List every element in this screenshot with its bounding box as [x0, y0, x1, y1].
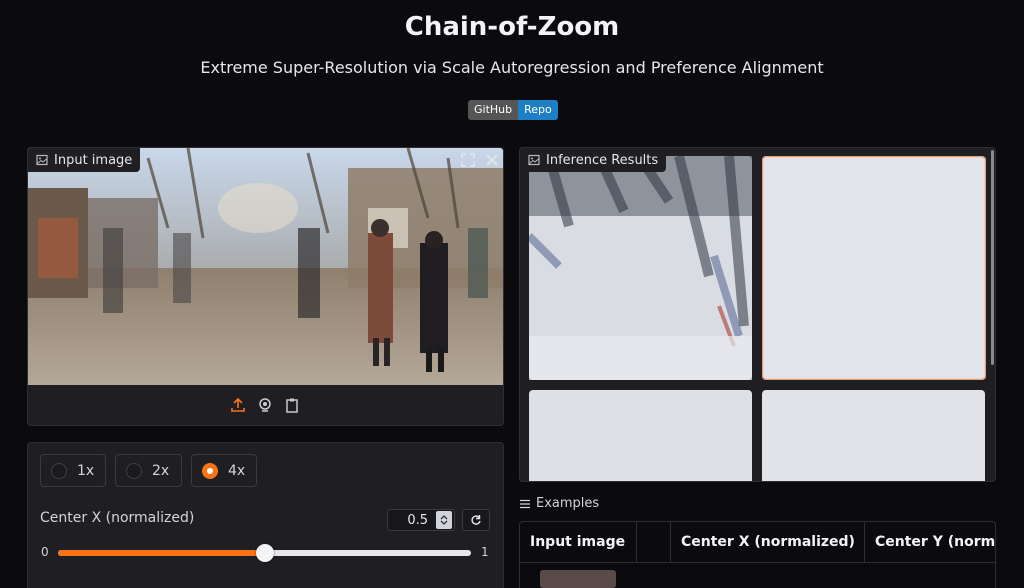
zoom-option-1x[interactable]: 1x — [40, 454, 106, 487]
inference-results-label-text: Inference Results — [546, 152, 659, 168]
inference-results-panel: Inference Results — [519, 147, 996, 482]
center-x-number-input[interactable]: 0.5 — [387, 509, 455, 531]
list-icon — [520, 499, 530, 508]
header-divider — [520, 562, 995, 563]
column-header-center-x[interactable]: Center X (normalized) — [671, 522, 865, 562]
zoom-option-label: 4x — [228, 462, 246, 479]
input-image-panel: Input image — [27, 147, 504, 426]
close-icon — [486, 154, 498, 166]
input-image-label: Input image — [28, 148, 141, 172]
close-button[interactable] — [484, 152, 500, 168]
fullscreen-icon — [461, 153, 475, 167]
input-image-preview[interactable] — [28, 148, 503, 385]
controls-panel: 1x 2x 4x Center X (normalized) 0.5 0 1 — [27, 442, 504, 588]
column-header-center-y[interactable]: Center Y (norm — [865, 522, 995, 562]
column-header-empty[interactable] — [637, 522, 671, 562]
zoom-option-label: 2x — [152, 462, 170, 479]
input-image-label-text: Input image — [54, 152, 133, 168]
clipboard-button[interactable] — [283, 396, 301, 414]
result-image-4[interactable] — [762, 390, 985, 481]
center-x-value: 0.5 — [407, 512, 428, 528]
reset-button[interactable] — [462, 509, 490, 531]
slider-thumb[interactable] — [255, 544, 274, 562]
slider-min-label: 0 — [41, 545, 49, 559]
examples-label: Examples — [520, 496, 599, 511]
webcam-icon — [259, 398, 271, 412]
radio-dot[interactable] — [126, 462, 142, 479]
page-title: Chain-of-Zoom — [404, 12, 620, 42]
result-image-3[interactable] — [529, 390, 752, 481]
upload-icon — [231, 397, 245, 412]
webcam-button[interactable] — [256, 396, 274, 414]
examples-label-text: Examples — [536, 496, 600, 511]
result-image-1[interactable] — [529, 156, 752, 380]
page-subtitle: Extreme Super-Resolution via Scale Autor… — [200, 58, 824, 77]
gallery-scrollbar[interactable] — [991, 150, 994, 365]
zoom-option-4x[interactable]: 4x — [191, 454, 257, 487]
center-x-label: Center X (normalized) — [40, 510, 195, 526]
inference-results-label: Inference Results — [520, 148, 667, 172]
radio-dot[interactable] — [51, 462, 67, 479]
image-icon — [36, 154, 48, 166]
column-header-input-image[interactable]: Input image — [520, 522, 637, 562]
slider-fill — [58, 550, 265, 556]
reset-icon — [471, 515, 481, 525]
stepper-icon[interactable] — [436, 511, 452, 529]
zoom-option-2x[interactable]: 2x — [115, 454, 182, 487]
clipboard-icon — [286, 398, 298, 413]
badge-left-label: GitHub — [468, 100, 519, 120]
badge-right-label: Repo — [518, 100, 558, 120]
zoom-option-label: 1x — [77, 462, 95, 479]
slider-max-label: 1 — [481, 545, 489, 559]
radio-dot-selected[interactable] — [202, 462, 218, 479]
image-icon — [528, 154, 540, 166]
examples-table: Input image Center X (normalized) Center… — [519, 521, 996, 588]
center-x-slider[interactable] — [58, 544, 471, 562]
fullscreen-button[interactable] — [460, 152, 476, 168]
example-thumbnail[interactable] — [540, 570, 616, 588]
github-repo-badge[interactable]: GitHub Repo — [468, 100, 558, 120]
result-image-2[interactable] — [762, 156, 986, 380]
upload-button[interactable] — [229, 396, 247, 414]
